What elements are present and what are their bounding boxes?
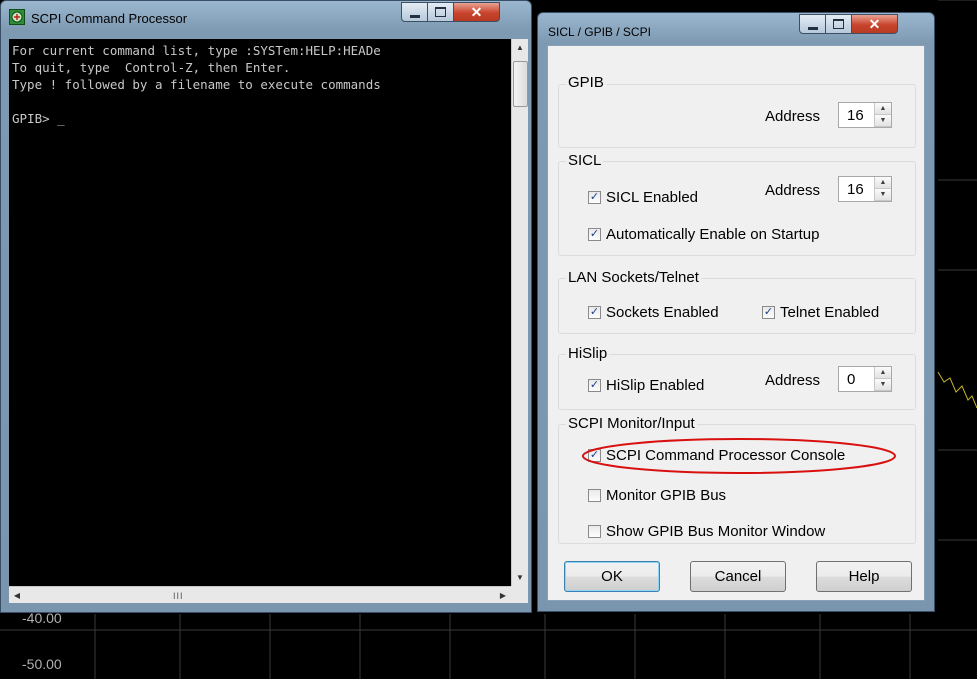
sicl-group-label: SICL [566,152,604,169]
horizontal-scroll-grip[interactable]: III [173,591,184,601]
hislip-enabled-checkbox[interactable]: ✓ HiSlip Enabled [588,377,704,394]
minimize-icon [409,14,420,18]
checkbox-unchecked-icon [588,489,601,502]
minimize-icon [807,26,818,30]
monitor-gpib-label: Monitor GPIB Bus [606,487,727,504]
sicl-gpib-scpi-dialog[interactable]: SICL / GPIB / SCPI ✕ GPIB Address 16 ▲ ▼ … [537,12,935,612]
scpi-console-label: SCPI Command Processor Console [606,447,846,464]
dialog-close-button[interactable]: ✕ [852,14,898,34]
sicl-address-label: Address [765,182,821,199]
checkbox-checked-icon: ✓ [588,449,601,462]
dialog-body: GPIB Address 16 ▲ ▼ SICL ✓ SICL Enabled A… [547,45,925,601]
sockets-enabled-checkbox[interactable]: ✓ Sockets Enabled [588,304,719,321]
checkbox-checked-icon: ✓ [762,306,775,319]
scroll-up-arrow-icon[interactable]: ▲ [512,39,528,56]
console-line: To quit, type Control-Z, then Enter. [12,60,291,75]
telnet-enabled-label: Telnet Enabled [780,304,880,321]
monitor-gpib-checkbox[interactable]: Monitor GPIB Bus [588,487,726,504]
vertical-scrollbar[interactable]: ▲ ▼ [511,39,528,586]
scpi-console-checkbox[interactable]: ✓ SCPI Command Processor Console [588,447,845,464]
auto-enable-label: Automatically Enable on Startup [606,226,820,243]
console-line: Type ! followed by a filename to execute… [12,77,381,92]
vertical-scroll-thumb[interactable] [513,61,528,107]
dialog-title: SICL / GPIB / SCPI [548,25,651,39]
close-icon: ✕ [470,3,483,20]
show-monitor-label: Show GPIB Bus Monitor Window [606,523,826,540]
dialog-minimize-button[interactable] [799,14,826,34]
checkbox-unchecked-icon [588,525,601,538]
close-button[interactable]: ✕ [454,2,500,22]
trace-line [937,371,977,409]
gpib-address-spinner[interactable]: 16 ▲ ▼ [838,102,892,128]
hislip-address-spinner[interactable]: 0 ▲ ▼ [838,366,892,392]
sicl-address-spinner[interactable]: 16 ▲ ▼ [838,176,892,202]
gpib-group-label: GPIB [566,74,606,91]
spin-up-icon[interactable]: ▲ [875,177,891,189]
hislip-address-label: Address [765,372,821,389]
checkbox-checked-icon: ✓ [588,228,601,241]
horizontal-scrollbar[interactable]: ◀ III ▶ [9,586,511,603]
dialog-title-bar[interactable]: SICL / GPIB / SCPI ✕ [538,13,934,47]
checkbox-checked-icon: ✓ [588,306,601,319]
hislip-address-value[interactable]: 0 [839,367,874,391]
maximize-icon [833,19,844,29]
telnet-enabled-checkbox[interactable]: ✓ Telnet Enabled [762,304,879,321]
ok-button[interactable]: OK [564,561,660,592]
checkbox-checked-icon: ✓ [588,379,601,392]
cancel-button[interactable]: Cancel [690,561,786,592]
sockets-enabled-label: Sockets Enabled [606,304,719,321]
hislip-group-label: HiSlip [566,345,610,362]
gpib-address-value[interactable]: 16 [839,103,874,127]
resize-grip-icon[interactable] [511,586,528,603]
show-monitor-checkbox[interactable]: Show GPIB Bus Monitor Window [588,523,825,540]
minimize-button[interactable] [401,2,428,22]
scpi-monitor-group-label: SCPI Monitor/Input [566,415,697,432]
scroll-left-arrow-icon[interactable]: ◀ [9,587,25,603]
scroll-down-arrow-icon[interactable]: ▼ [512,569,528,586]
spin-up-icon[interactable]: ▲ [875,103,891,115]
dialog-maximize-button[interactable] [826,14,852,34]
close-icon: ✕ [868,15,881,32]
scroll-right-arrow-icon[interactable]: ▶ [495,587,511,603]
scpi-console-window[interactable]: SCPI Command Processor ✕ For current com… [0,0,532,613]
auto-enable-checkbox[interactable]: ✓ Automatically Enable on Startup [588,226,819,243]
sicl-enabled-label: SICL Enabled [606,189,699,206]
spin-down-icon[interactable]: ▼ [875,379,891,391]
scpi-app-icon [9,9,25,25]
console-output[interactable]: For current command list, type :SYSTem:H… [9,39,511,586]
lan-group-label: LAN Sockets/Telnet [566,269,701,286]
help-button[interactable]: Help [816,561,912,592]
spin-down-icon[interactable]: ▼ [875,189,891,201]
console-title-bar[interactable]: SCPI Command Processor ✕ [1,1,531,35]
console-line: For current command list, type :SYSTem:H… [12,43,381,58]
checkbox-checked-icon: ✓ [588,191,601,204]
console-title: SCPI Command Processor [31,11,188,26]
gpib-address-label: Address [765,108,821,125]
hislip-enabled-label: HiSlip Enabled [606,377,705,394]
spin-down-icon[interactable]: ▼ [875,115,891,127]
maximize-button[interactable] [428,2,454,22]
sicl-address-value[interactable]: 16 [839,177,874,201]
console-prompt: GPIB> _ [12,111,65,126]
y-axis-label-minus-50: -50.00 [22,656,62,672]
sicl-enabled-checkbox[interactable]: ✓ SICL Enabled [588,189,698,206]
maximize-icon [435,7,446,17]
spin-up-icon[interactable]: ▲ [875,367,891,379]
